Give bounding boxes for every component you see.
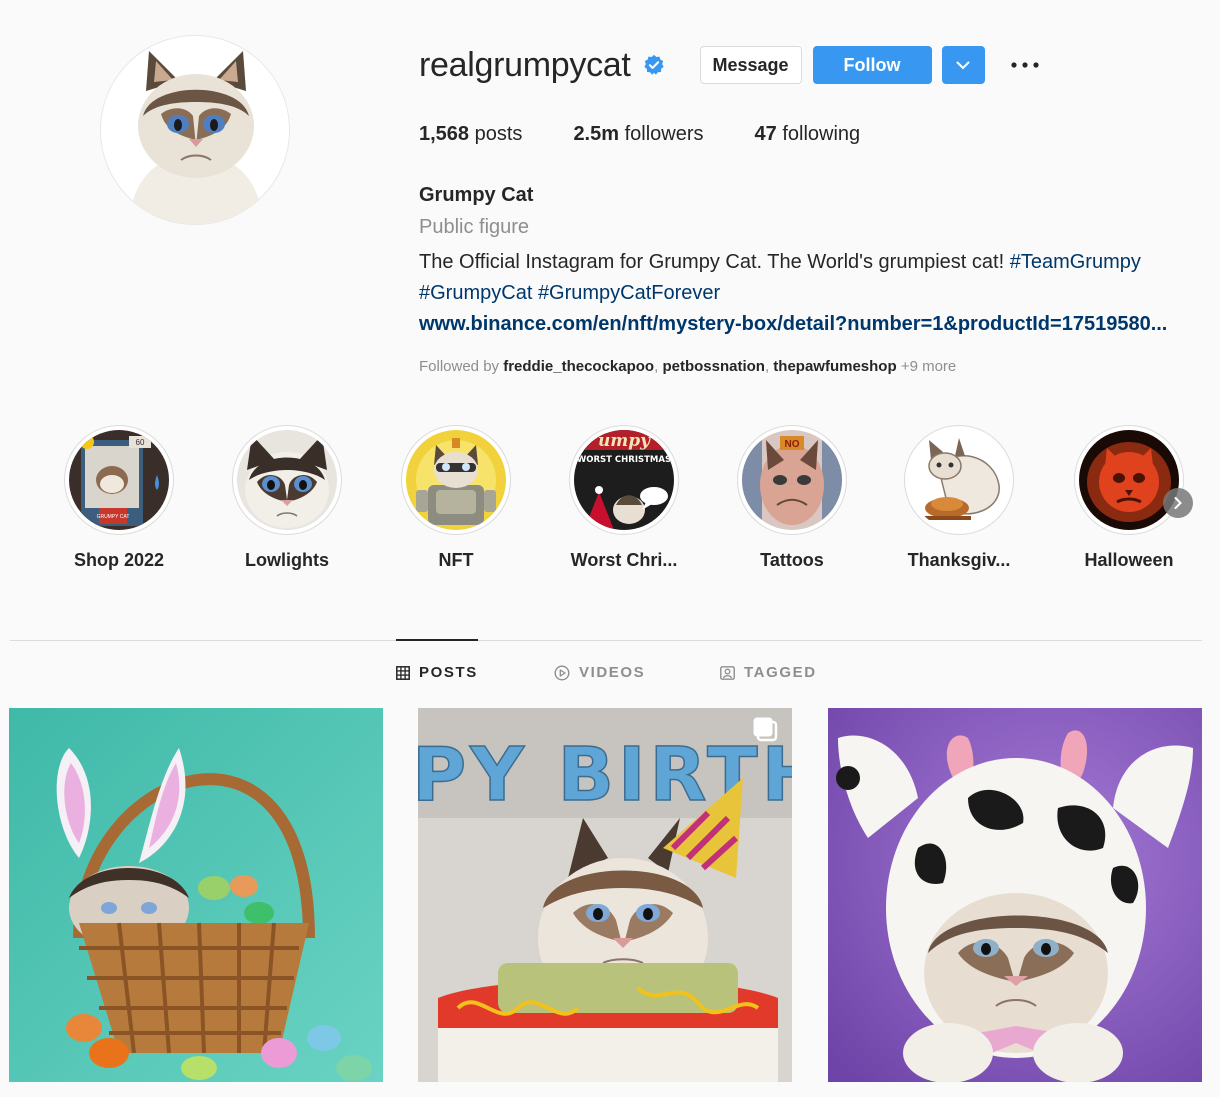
tab-videos[interactable]: VIDEOS bbox=[554, 664, 645, 681]
follow-button[interactable]: Follow bbox=[812, 46, 932, 84]
grid-icon bbox=[396, 665, 410, 680]
highlight-nft[interactable]: NFT bbox=[371, 425, 541, 571]
highlight-label: Shop 2022 bbox=[73, 550, 165, 570]
hashtag-link[interactable]: #GrumpyCatForever bbox=[538, 282, 720, 304]
worst-christmas-title: umpy bbox=[598, 431, 651, 451]
message-button[interactable]: Message bbox=[699, 46, 802, 84]
highlights-next-button[interactable] bbox=[1163, 488, 1193, 518]
highlight-cover: 60 GRUMPY CAT bbox=[69, 430, 169, 530]
tab-label: POSTS bbox=[419, 664, 478, 681]
highlight-cover: NO bbox=[742, 430, 842, 530]
post-tile-birthday[interactable]: PY BIRTHD bbox=[418, 708, 792, 1082]
tagged-person-icon bbox=[720, 666, 735, 680]
followers-count: 2.5m bbox=[573, 123, 620, 145]
external-link[interactable]: www.binance.com/en/nft/mystery-box/detai… bbox=[419, 309, 1199, 340]
post-tile-easter[interactable] bbox=[9, 708, 383, 1082]
grumpy-cat-avatar-image bbox=[101, 36, 289, 224]
posts-count: 1,568 bbox=[419, 123, 470, 145]
highlight-cover bbox=[1079, 430, 1179, 530]
tab-label: TAGGED bbox=[744, 664, 817, 681]
profile-info: realgrumpycat Message Follow 1,568 posts… bbox=[419, 40, 1199, 376]
bio-text: The Official Instagram for Grumpy Cat. T… bbox=[419, 251, 1005, 273]
thanksgiving-cat-image bbox=[909, 430, 1009, 530]
verified-badge-icon bbox=[643, 54, 664, 75]
highlight-cover bbox=[237, 430, 337, 530]
hashtag-link[interactable]: #TeamGrumpy bbox=[1010, 251, 1141, 273]
highlight-ring bbox=[232, 425, 342, 535]
highlight-ring bbox=[904, 425, 1014, 535]
highlight-lowlights[interactable]: Lowlights bbox=[202, 425, 372, 571]
hashtag-link[interactable]: #GrumpyCat bbox=[419, 282, 532, 304]
pumpkin-carving-image bbox=[1079, 430, 1179, 530]
highlight-cover bbox=[406, 430, 506, 530]
full-name: Grumpy Cat bbox=[419, 184, 534, 206]
followers-label: followers bbox=[624, 123, 704, 145]
funko-box-image: 60 GRUMPY CAT bbox=[69, 430, 169, 530]
follower-name: thepawfumeshop bbox=[773, 358, 897, 375]
highlight-label: Worst Chri... bbox=[570, 550, 678, 570]
shop-box-text: GRUMPY CAT bbox=[97, 514, 130, 520]
shop-badge-text: 60 bbox=[136, 438, 145, 447]
posts-stat: 1,568 posts bbox=[419, 123, 522, 146]
story-highlights: 60 GRUMPY CAT Shop 2022 Lowlights NFT um… bbox=[0, 425, 1220, 585]
highlight-label: Lowlights bbox=[245, 550, 329, 570]
highlight-label: Thanksgiv... bbox=[907, 550, 1011, 570]
followed-by-more: +9 more bbox=[900, 358, 957, 375]
more-dots-icon bbox=[1010, 62, 1039, 68]
highlight-ring bbox=[1074, 425, 1184, 535]
play-circle-icon bbox=[554, 664, 570, 681]
highlight-label: Halloween bbox=[1084, 550, 1174, 570]
tab-label: VIDEOS bbox=[579, 664, 646, 681]
tattoo-badge-text: NO bbox=[785, 439, 800, 450]
robot-cat-image bbox=[406, 430, 506, 530]
highlight-tattoos[interactable]: NO Tattoos bbox=[707, 425, 877, 571]
followed-by[interactable]: Followed by freddie_thecockapoo, petboss… bbox=[419, 358, 1199, 375]
highlight-ring: umpy WORST CHRISTMAS bbox=[569, 425, 679, 535]
tab-tagged[interactable]: TAGGED bbox=[720, 664, 817, 681]
profile-title-row: realgrumpycat Message Follow bbox=[419, 40, 1199, 90]
highlight-label: Tattoos bbox=[760, 550, 824, 570]
profile-avatar[interactable] bbox=[100, 35, 290, 225]
tattoo-image: NO bbox=[742, 430, 842, 530]
active-tab-indicator bbox=[396, 639, 478, 641]
chevron-right-icon bbox=[1174, 497, 1182, 509]
follower-name: petbossnation bbox=[662, 358, 765, 375]
highlight-ring: 60 GRUMPY CAT bbox=[64, 425, 174, 535]
follower-name: freddie_thecockapoo bbox=[503, 358, 655, 375]
category-label: Public figure bbox=[419, 216, 530, 238]
highlight-cover bbox=[909, 430, 1009, 530]
options-button[interactable] bbox=[1005, 50, 1045, 80]
profile-stats: 1,568 posts 2.5m followers 47 following bbox=[419, 123, 1199, 146]
tab-posts[interactable]: POSTS bbox=[396, 664, 478, 681]
following-stat[interactable]: 47 following bbox=[755, 123, 861, 146]
suggested-accounts-button[interactable] bbox=[941, 46, 985, 84]
chevron-down-icon bbox=[956, 61, 970, 69]
followers-stat[interactable]: 2.5m followers bbox=[573, 123, 703, 146]
username: realgrumpycat bbox=[419, 45, 631, 84]
posts-label: posts bbox=[474, 123, 523, 145]
followed-by-prefix: Followed by bbox=[419, 358, 500, 375]
easter-basket-image bbox=[9, 708, 383, 1082]
highlight-label: NFT bbox=[438, 550, 474, 570]
tabs-divider bbox=[10, 640, 1202, 641]
post-tile-cow-hat[interactable] bbox=[828, 708, 1202, 1082]
birthday-cake-image: PY BIRTHD bbox=[418, 708, 792, 1082]
highlight-ring: NO bbox=[737, 425, 847, 535]
profile-tabs: POSTS VIDEOS TAGGED bbox=[0, 664, 1220, 688]
highlight-thanksgiving[interactable]: Thanksgiv... bbox=[874, 425, 1044, 571]
following-label: following bbox=[782, 123, 861, 145]
worst-christmas-sub: WORST CHRISTMAS bbox=[577, 455, 671, 465]
following-count: 47 bbox=[754, 123, 777, 145]
highlight-ring bbox=[401, 425, 511, 535]
highlight-cover: umpy WORST CHRISTMAS bbox=[574, 430, 674, 530]
bio: The Official Instagram for Grumpy Cat. T… bbox=[419, 247, 1199, 340]
grumpy-cat-face-image bbox=[237, 430, 337, 530]
cow-hat-cat-image bbox=[828, 708, 1202, 1082]
worst-christmas-image: umpy WORST CHRISTMAS bbox=[574, 430, 674, 530]
highlight-shop-2022[interactable]: 60 GRUMPY CAT Shop 2022 bbox=[34, 425, 204, 571]
highlight-worst-christmas[interactable]: umpy WORST CHRISTMAS Worst Chri... bbox=[539, 425, 709, 571]
